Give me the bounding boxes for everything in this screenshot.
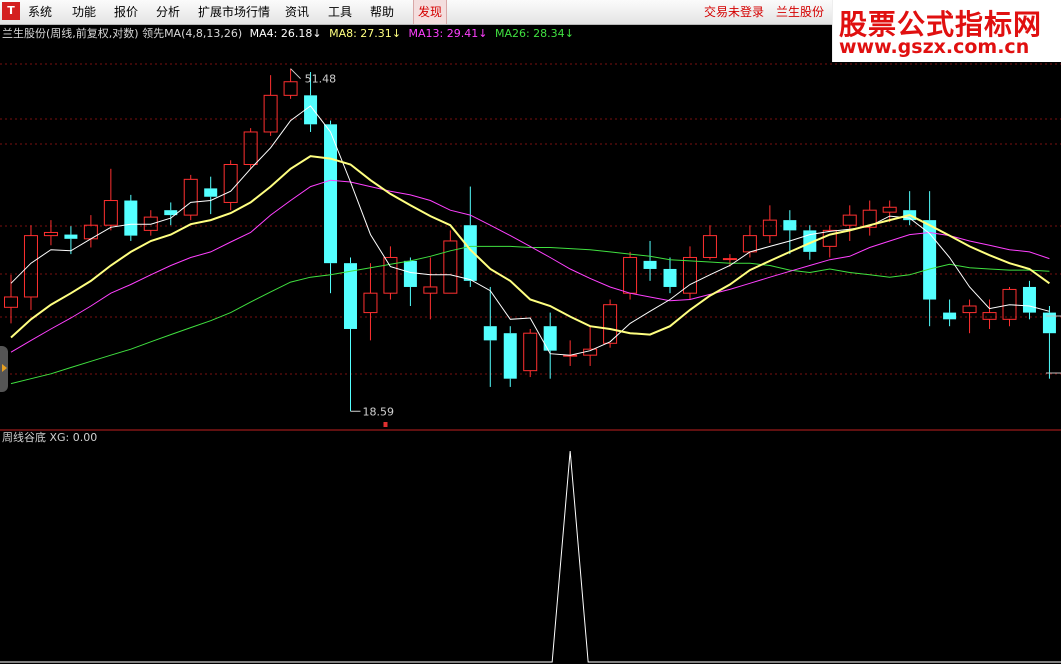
- candle-body: [543, 326, 557, 351]
- candle-body: [1022, 286, 1036, 313]
- low-price-label: 18.59: [362, 405, 394, 418]
- stock-name-link[interactable]: 兰生股份: [776, 0, 824, 24]
- candle-body: [722, 258, 737, 261]
- candle-body: [762, 219, 777, 237]
- trade-login-status[interactable]: 交易未登录: [704, 0, 764, 24]
- menu-extended-market[interactable]: 扩展市场行情: [194, 0, 274, 24]
- bottom-signal-marker: [383, 422, 388, 427]
- candle-body: [943, 312, 957, 320]
- candle-body: [103, 200, 118, 226]
- panel-expand-handle[interactable]: [0, 346, 8, 392]
- candle-body: [962, 305, 977, 314]
- candle-body: [183, 178, 198, 216]
- candle-body: [423, 286, 438, 294]
- candle-body: [523, 332, 538, 372]
- candle-body: [23, 235, 38, 298]
- candle-body: [324, 124, 338, 264]
- xg-signal-line: [0, 450, 1061, 663]
- candle-body: [363, 292, 378, 314]
- candle-body: [43, 231, 58, 237]
- candle-body: [64, 234, 78, 239]
- menu-analysis[interactable]: 分析: [152, 0, 184, 24]
- xg-indicator-header: 周线谷底 XG: 0.00: [2, 431, 98, 444]
- menu-report[interactable]: 报价: [110, 0, 142, 24]
- menu-help[interactable]: 帮助: [366, 0, 398, 24]
- ma4-line: [10, 105, 1050, 356]
- ma13-line: [10, 179, 1050, 353]
- candle-body: [243, 131, 258, 165]
- menu-function[interactable]: 功能: [68, 0, 100, 24]
- high-marker-line: [290, 68, 301, 80]
- candle-body: [483, 326, 497, 341]
- menu-news[interactable]: 资讯: [281, 0, 313, 24]
- candle-body: [742, 235, 757, 253]
- candle-body: [83, 224, 98, 240]
- candle-body: [702, 235, 717, 258]
- candle-body: [663, 268, 677, 287]
- high-price-label: 51.48: [305, 73, 337, 86]
- candle-body: [124, 200, 138, 236]
- candle-body: [403, 260, 417, 287]
- menu-system[interactable]: 系统: [24, 0, 56, 24]
- candle-body: [783, 220, 797, 231]
- app-logo-icon[interactable]: T: [2, 2, 20, 20]
- candle-body: [204, 188, 218, 197]
- candle-body: [982, 312, 997, 320]
- candle-body: [283, 81, 298, 96]
- candle-body: [343, 263, 357, 329]
- candle-body: [223, 163, 238, 203]
- candle-body: [623, 256, 638, 294]
- candle-body: [263, 94, 278, 133]
- candle-body: [643, 260, 657, 269]
- menu-tools[interactable]: 工具: [324, 0, 356, 24]
- candle-body: [383, 256, 398, 294]
- candle-body: [842, 214, 857, 226]
- candle-body: [503, 333, 517, 379]
- candle-body: [4, 296, 18, 308]
- candle-body: [443, 240, 458, 294]
- menu-discover[interactable]: 发现: [413, 0, 448, 24]
- chart-area[interactable]: 51.48 18.59: [0, 24, 1061, 664]
- candle-body: [882, 206, 897, 213]
